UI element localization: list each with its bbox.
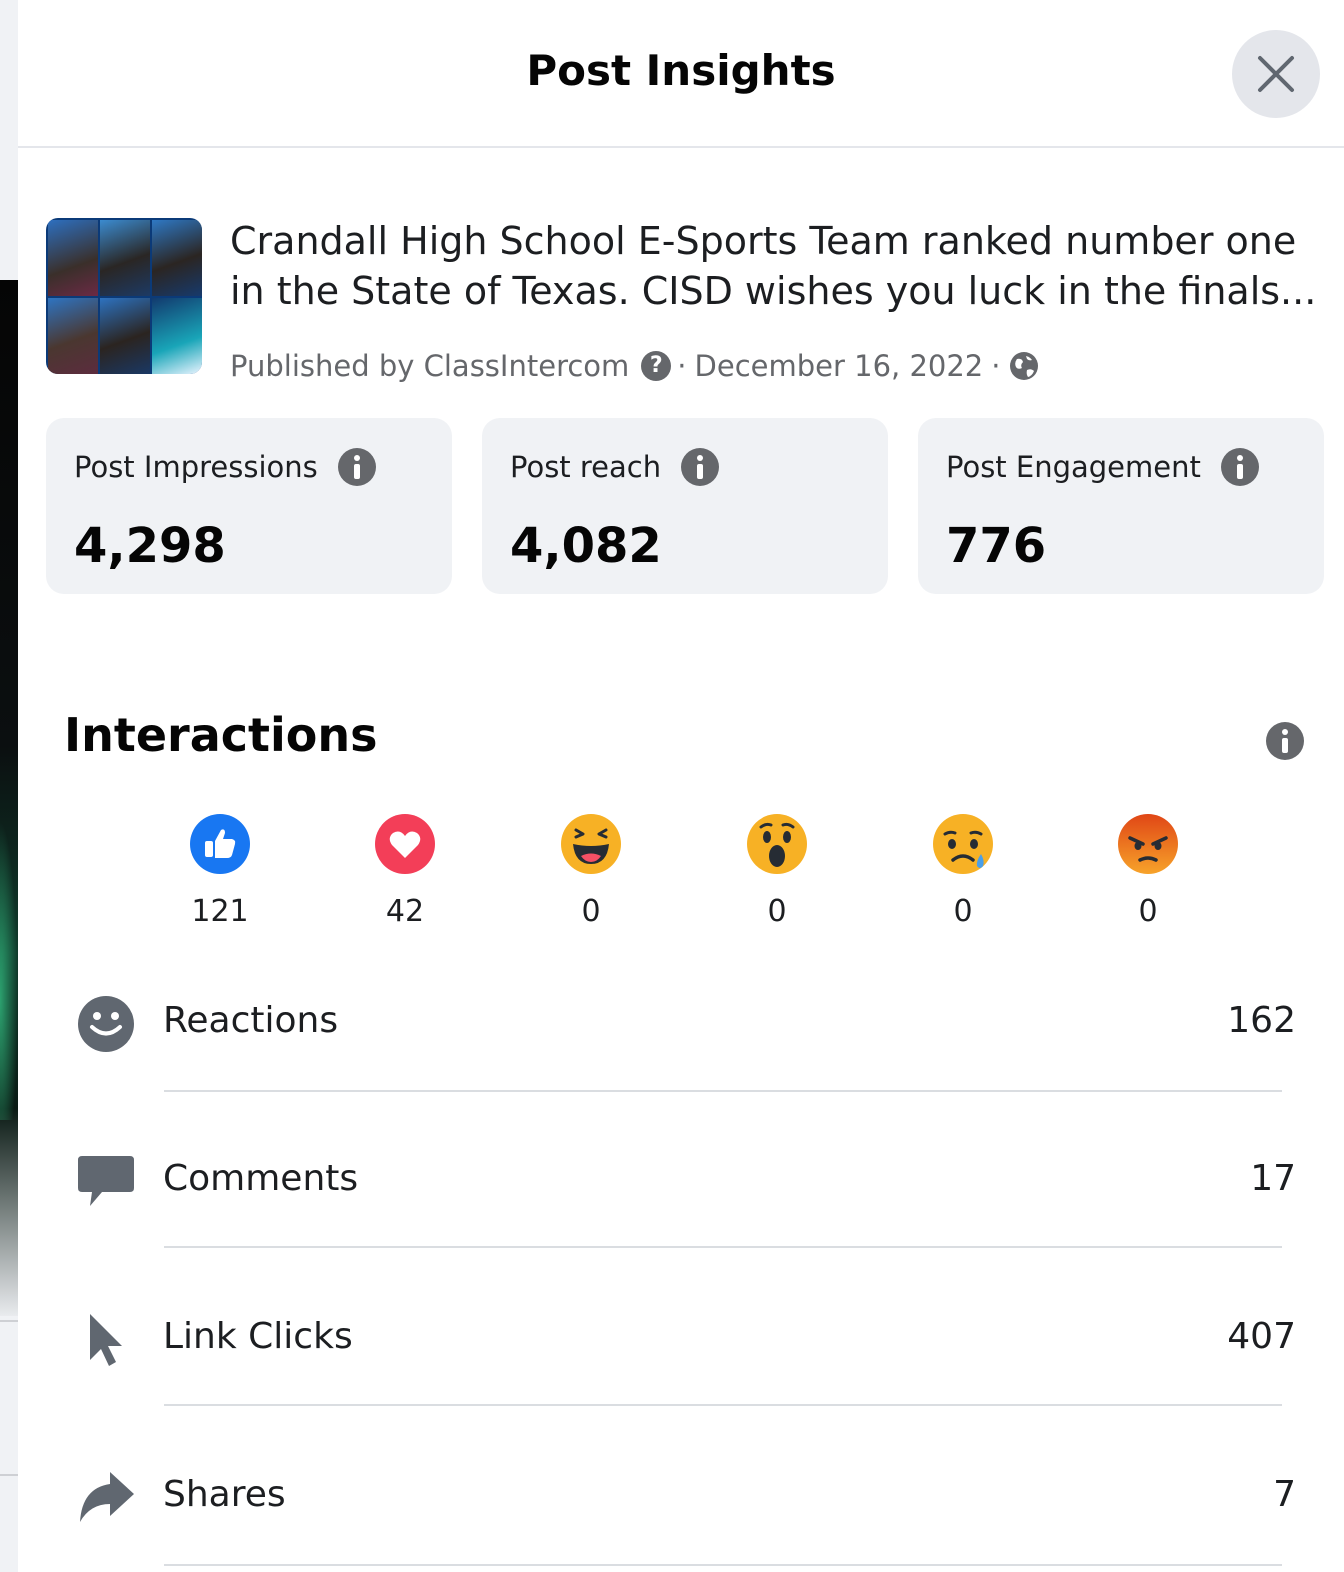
comment-icon	[78, 1156, 134, 1206]
close-icon	[1258, 56, 1294, 92]
sad-icon	[933, 814, 993, 874]
metric-divider	[164, 1246, 1282, 1248]
info-icon[interactable]	[681, 448, 720, 486]
published-by[interactable]: Published by ClassIntercom	[230, 349, 629, 383]
interactions-title: Interactions	[64, 708, 378, 762]
dialog-title: Post Insights	[526, 46, 836, 95]
post-text[interactable]: Crandall High School E-Sports Team ranke…	[230, 216, 1320, 316]
info-icon[interactable]	[1266, 722, 1304, 760]
close-button[interactable]	[1232, 30, 1320, 118]
post-thumbnail[interactable]	[46, 218, 202, 374]
stat-label: Post Engagement	[946, 450, 1201, 484]
metric-value: 162	[1227, 1000, 1296, 1041]
metric-label: Comments	[163, 1158, 359, 1199]
haha-icon	[561, 814, 621, 874]
cursor-icon	[90, 1314, 122, 1366]
metric-row-comments: Comments 17	[18, 1152, 1344, 1252]
stat-card-post-reach: Post reach 4,082	[482, 418, 888, 594]
like-icon	[190, 814, 250, 874]
stat-value: 776	[946, 518, 1047, 574]
info-icon[interactable]	[337, 448, 376, 486]
angry-icon	[1118, 814, 1178, 874]
reaction-count: 0	[581, 894, 601, 929]
reaction-like: 121	[160, 814, 280, 944]
metric-value: 7	[1273, 1474, 1296, 1515]
info-icon[interactable]	[1220, 448, 1259, 486]
smiley-icon	[78, 996, 134, 1052]
reaction-count: 42	[385, 894, 425, 929]
metric-value: 407	[1227, 1316, 1296, 1357]
background-image	[0, 280, 18, 1316]
metric-label: Link Clicks	[163, 1316, 353, 1357]
love-icon	[375, 814, 435, 874]
meta-separator: ·	[677, 349, 687, 383]
metric-divider	[164, 1090, 1282, 1092]
metric-row-reactions: Reactions 162	[18, 994, 1344, 1094]
wow-icon	[747, 814, 807, 874]
reaction-love: 42	[345, 814, 465, 944]
reaction-wow: 0	[717, 814, 837, 944]
reaction-count: 0	[1138, 894, 1158, 929]
metric-value: 17	[1250, 1158, 1296, 1199]
background-divider	[0, 1320, 18, 1322]
post-date[interactable]: December 16, 2022	[695, 349, 984, 383]
metric-divider	[164, 1564, 1282, 1566]
help-icon[interactable]: ?	[641, 351, 672, 381]
globe-icon	[1010, 352, 1039, 380]
share-icon	[80, 1472, 134, 1522]
reaction-count: 0	[953, 894, 973, 929]
stat-label: Post Impressions	[74, 450, 318, 484]
reaction-haha: 0	[531, 814, 651, 944]
stat-card-post-impressions: Post Impressions 4,298	[46, 418, 452, 594]
metric-row-link-clicks: Link Clicks 407	[18, 1310, 1344, 1410]
reaction-angry: 0	[1088, 814, 1208, 944]
reaction-count: 121	[191, 894, 249, 929]
post-meta: Published by ClassIntercom ? · December …	[230, 344, 1040, 388]
dialog-header: Post Insights	[18, 0, 1344, 148]
metric-row-shares: Shares 7	[18, 1468, 1344, 1568]
stat-value: 4,082	[510, 518, 662, 574]
meta-separator: ·	[991, 349, 1001, 383]
stat-value: 4,298	[74, 518, 226, 574]
background-divider	[0, 1474, 18, 1476]
stat-card-post-engagement: Post Engagement 776	[918, 418, 1324, 594]
metric-label: Reactions	[163, 1000, 339, 1041]
metric-label: Shares	[163, 1474, 286, 1515]
metric-divider	[164, 1404, 1282, 1406]
reaction-count: 0	[767, 894, 787, 929]
reaction-sad: 0	[903, 814, 1023, 944]
post-insights-dialog: Post Insights Crandall High School E-Spo…	[18, 0, 1344, 1572]
stat-label: Post reach	[510, 450, 662, 484]
